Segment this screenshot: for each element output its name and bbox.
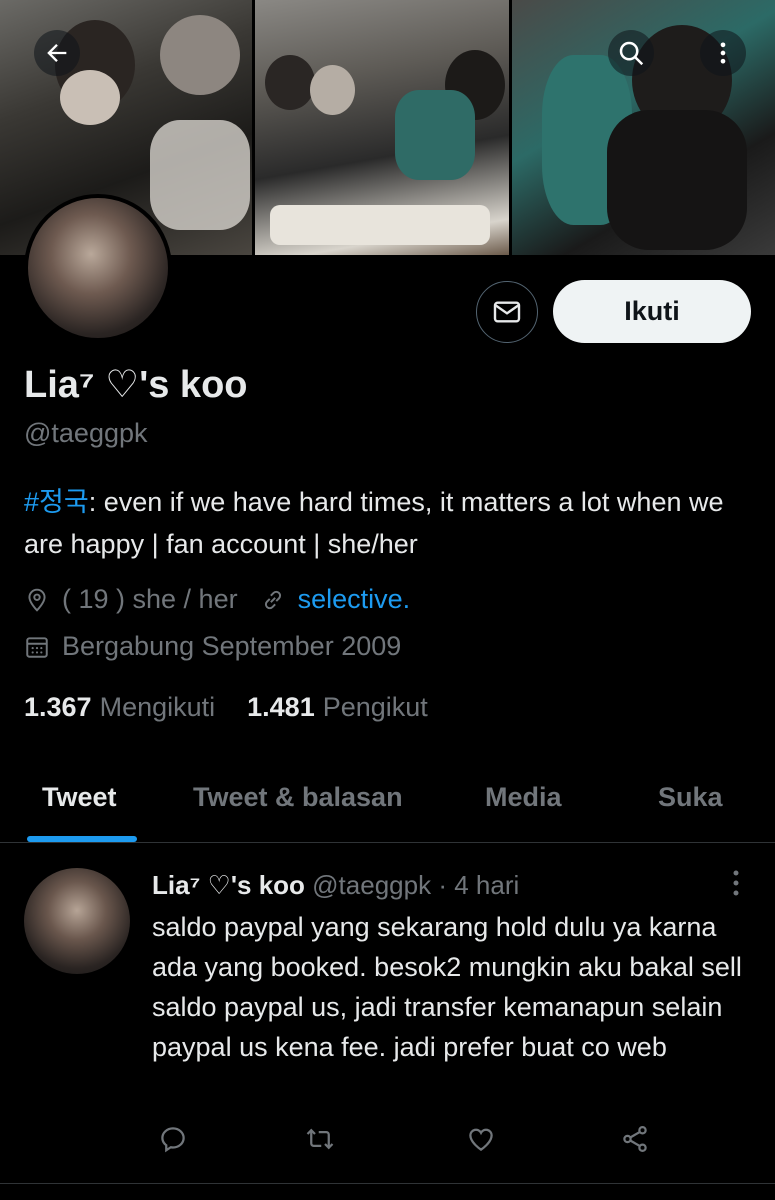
tweet-divider [0, 1183, 775, 1184]
followers-label: Pengikut [322, 692, 428, 722]
profile-location: ( 19 ) she / her [62, 584, 238, 614]
profile-joined-row: Bergabung September 2009 [24, 631, 401, 662]
tweet-author-name[interactable]: Lia⁷ ♡'s koo [152, 870, 305, 900]
bio-hashtag[interactable]: #정국 [24, 487, 89, 517]
more-options-button[interactable] [700, 30, 746, 76]
profile-tabs: Tweet Tweet & balasan Media Suka [0, 760, 775, 842]
more-vertical-icon [733, 870, 739, 896]
reply-button[interactable] [156, 1122, 190, 1156]
back-button[interactable] [34, 30, 80, 76]
follow-button[interactable]: Ikuti [553, 280, 751, 343]
banner-photo-2 [255, 0, 510, 255]
tweet-header: Lia⁷ ♡'s koo @taeggpk · 4 hari [152, 870, 519, 901]
tweet-author-handle[interactable]: @taeggpk [312, 870, 431, 900]
profile-name: Lia⁷ ♡'s koo [24, 364, 248, 406]
location-pin-icon [24, 587, 50, 613]
share-button[interactable] [618, 1122, 652, 1156]
following-stat[interactable]: 1.367 Mengikuti [24, 692, 215, 723]
arrow-left-icon [47, 44, 67, 62]
calendar-icon [24, 634, 50, 660]
profile-joined-date: Bergabung September 2009 [62, 631, 402, 661]
heart-icon [469, 1128, 493, 1151]
tweet-text: saldo paypal yang sekarang hold dulu ya … [152, 912, 742, 1062]
tab-tweets-replies[interactable]: Tweet & balasan [193, 782, 403, 813]
search-button[interactable] [608, 30, 654, 76]
reply-icon [161, 1127, 185, 1153]
following-label: Mengikuti [99, 692, 216, 722]
profile-meta-row: ( 19 ) she / her selective. [24, 584, 410, 615]
bio-text: : even if we have hard times, it matters… [24, 487, 724, 559]
message-button[interactable] [476, 281, 538, 343]
link-icon [260, 587, 286, 613]
tab-likes[interactable]: Suka [658, 782, 723, 813]
profile-stats: 1.367 Mengikuti 1.481 Pengikut [24, 692, 428, 723]
tweet-time[interactable]: 4 hari [454, 870, 519, 900]
tweet-separator: · [438, 870, 447, 900]
profile-bio: #정국: even if we have hard times, it matt… [24, 481, 759, 565]
share-icon [623, 1126, 647, 1152]
followers-stat[interactable]: 1.481 Pengikut [247, 692, 428, 723]
following-count: 1.367 [24, 692, 92, 722]
envelope-icon [493, 301, 521, 323]
tab-media[interactable]: Media [485, 782, 562, 813]
profile-avatar[interactable] [24, 194, 172, 342]
search-icon [619, 41, 644, 66]
tab-tweets[interactable]: Tweet [42, 782, 117, 813]
tweet-more-button[interactable] [722, 866, 750, 900]
retweet-button[interactable] [303, 1122, 337, 1156]
retweet-icon [306, 1128, 334, 1150]
tweet-avatar[interactable] [24, 868, 130, 974]
like-button[interactable] [464, 1122, 498, 1156]
followers-count: 1.481 [247, 692, 315, 722]
profile-handle: @taeggpk [24, 418, 148, 448]
tabs-divider [0, 842, 775, 843]
profile-website-link[interactable]: selective. [298, 584, 411, 615]
more-vertical-icon [720, 42, 726, 64]
